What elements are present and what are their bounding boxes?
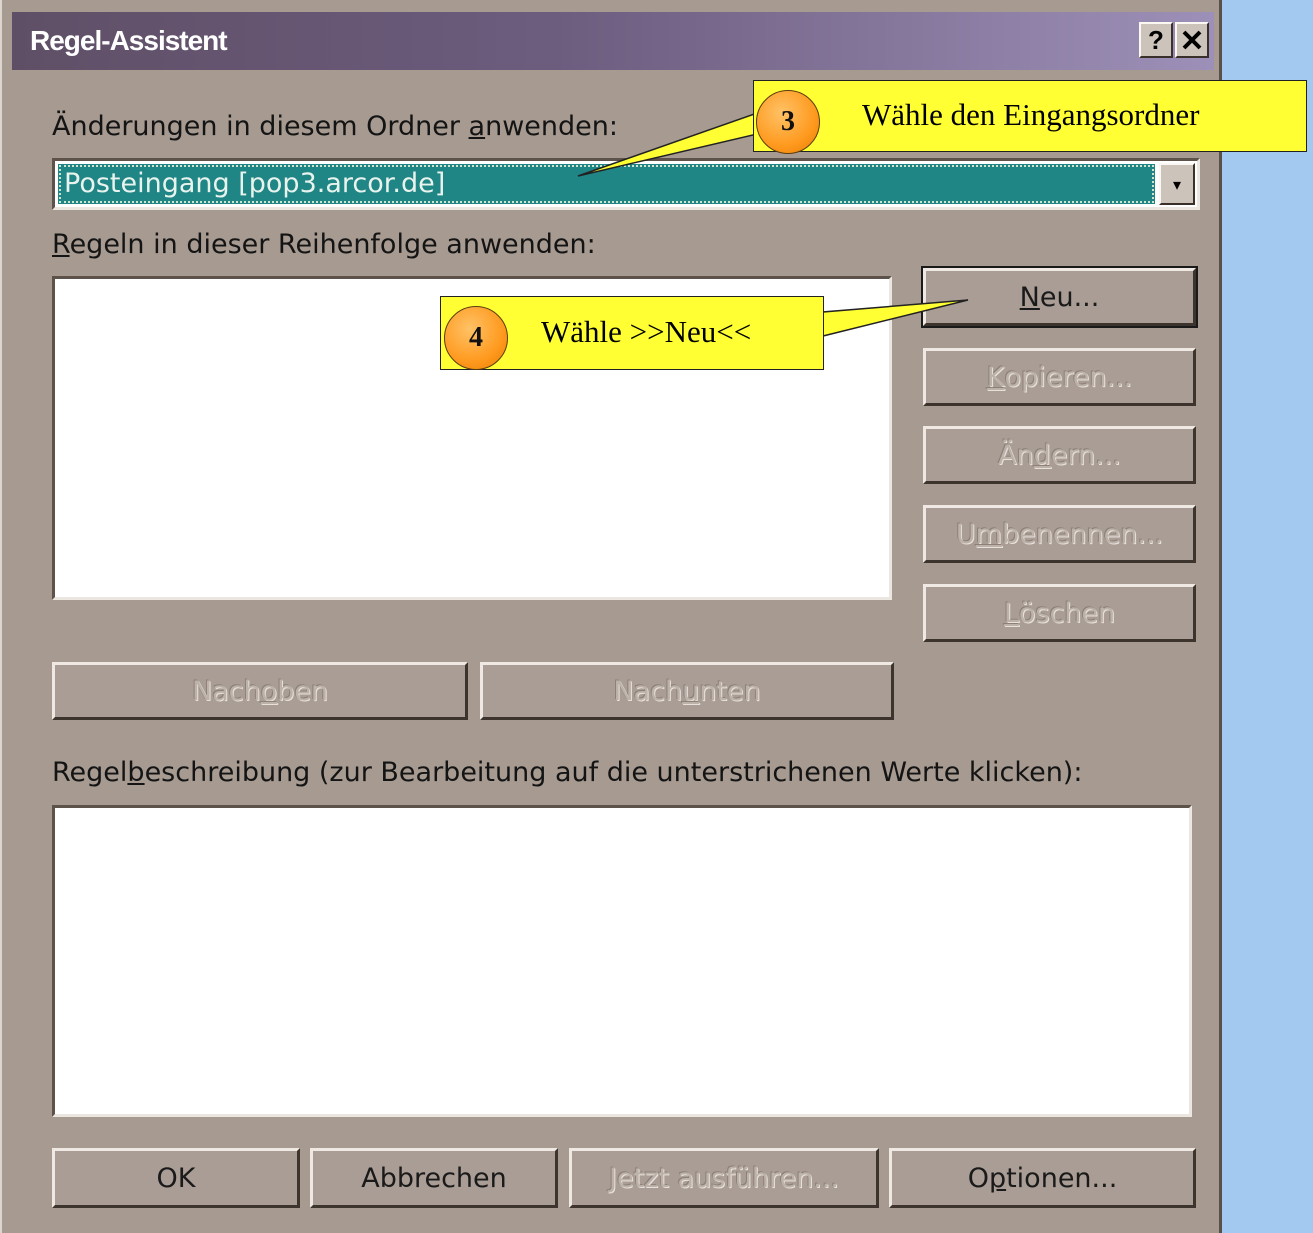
callout-3-number-badge: 3 (756, 90, 820, 154)
callout-pointers (577, 111, 969, 337)
callout-3-text: Wähle den Eingangsordner (862, 97, 1200, 132)
callout-4-pointer (822, 299, 969, 337)
callout-4-number-badge: 4 (444, 306, 508, 370)
callout-4-text: Wähle >>Neu<< (541, 314, 752, 349)
callout-3: Wähle den Eingangsordner (753, 80, 1307, 152)
